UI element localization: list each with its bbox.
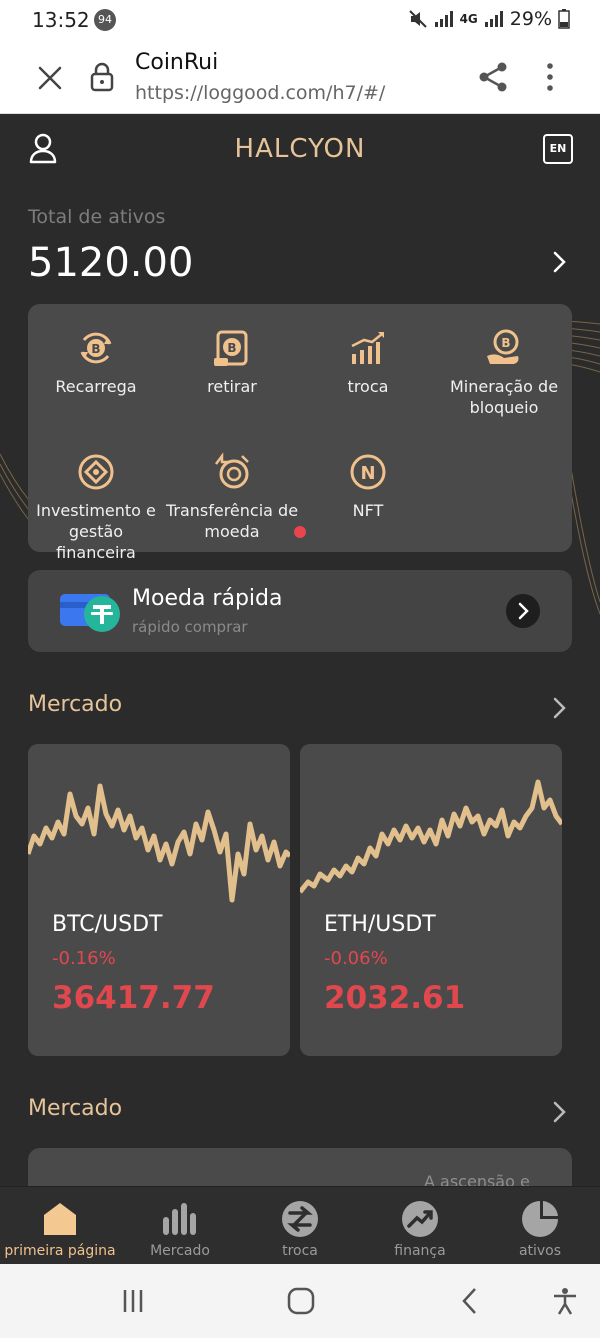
signal-icon	[434, 11, 453, 27]
action-nft[interactable]: N NFT	[300, 452, 436, 521]
news-card-text: A ascensão e	[424, 1172, 530, 1186]
change-percent: -0.06%	[324, 948, 388, 969]
app-title: HALCYON	[234, 134, 366, 164]
bottom-tab-bar: primeira página Mercado troca finança at…	[0, 1186, 600, 1264]
action-label: Investimento e gestão financeira	[36, 501, 156, 562]
exchange-icon	[282, 1201, 318, 1237]
assets-label: Total de ativos	[28, 206, 166, 228]
action-label: NFT	[352, 501, 384, 520]
action-exchange[interactable]: troca	[300, 328, 436, 397]
market-title: Mercado	[28, 692, 123, 717]
market-title-2: Mercado	[28, 1096, 123, 1121]
quick-buy-title: Moeda rápida	[132, 586, 283, 611]
accessibility-icon[interactable]	[550, 1286, 580, 1316]
action-label: Transferência de moeda	[165, 501, 299, 541]
tab-finance[interactable]: finança	[360, 1187, 480, 1265]
action-recharge[interactable]: B Recarrega	[28, 328, 164, 397]
tab-label: finança	[394, 1243, 446, 1259]
assets-value: 5120.00	[28, 240, 194, 286]
bitcoin-hand-icon: B	[487, 329, 519, 364]
site-url[interactable]: https://loggood.com/h7/#/	[135, 82, 385, 104]
chevron-right-icon[interactable]	[548, 248, 570, 276]
tab-label: ativos	[518, 1243, 562, 1259]
svg-text:N: N	[360, 463, 375, 484]
market-card-eth[interactable]: ETH/USDT -0.06% 2032.61	[300, 744, 562, 1056]
site-name: CoinRui	[135, 50, 219, 75]
market-card-btc[interactable]: BTC/USDT -0.16% 36417.77	[28, 744, 290, 1056]
sparkline-eth	[300, 779, 562, 914]
more-vertical-icon[interactable]	[538, 60, 562, 94]
system-navigation-bar	[0, 1264, 600, 1338]
trend-bars-icon	[351, 332, 384, 364]
tab-label: troca	[282, 1243, 318, 1259]
chevron-right-icon[interactable]	[548, 694, 570, 722]
svg-text:B: B	[501, 336, 510, 350]
tab-exchange[interactable]: troca	[240, 1187, 360, 1265]
home-button-icon[interactable]	[286, 1286, 316, 1316]
action-lock-mining[interactable]: B Mineração de bloqueio	[436, 328, 572, 418]
quick-buy-card[interactable]: Moeda rápida rápido comprar	[28, 570, 572, 652]
action-label: Recarrega	[55, 377, 137, 396]
action-investment[interactable]: Investimento e gestão financeira	[28, 452, 164, 563]
nft-icon: N	[350, 454, 386, 490]
lock-icon	[90, 62, 114, 92]
chevron-right-icon[interactable]	[506, 594, 540, 628]
tab-label: primeira página	[4, 1243, 116, 1259]
coin-transfer-icon	[215, 452, 249, 489]
status-time: 13:52	[32, 8, 90, 32]
tab-label: Mercado	[150, 1243, 210, 1259]
pie-chart-icon	[522, 1201, 558, 1237]
quick-buy-subtitle: rápido comprar	[132, 618, 248, 636]
battery-icon	[558, 9, 570, 29]
share-icon[interactable]	[476, 60, 510, 94]
chevron-right-icon[interactable]	[548, 1098, 570, 1126]
price: 2032.61	[324, 980, 466, 1016]
bar-chart-icon	[163, 1203, 196, 1235]
signal-icon-2	[484, 11, 503, 27]
close-icon[interactable]	[34, 62, 66, 94]
bitcoin-withdraw-icon: B	[214, 330, 248, 366]
tab-home[interactable]: primeira página	[0, 1187, 120, 1265]
notification-dot	[294, 526, 306, 538]
tab-assets[interactable]: ativos	[480, 1187, 600, 1265]
status-bar: 13:52 94 4G 29%	[0, 0, 600, 40]
back-icon[interactable]	[456, 1286, 486, 1316]
action-coin-transfer[interactable]: Transferência de moeda	[164, 452, 300, 542]
action-withdraw[interactable]: B retirar	[164, 328, 300, 397]
price: 36417.77	[52, 980, 215, 1016]
app-content: HALCYON EN Total de ativos 5120.00 B Rec…	[0, 114, 600, 1186]
battery-percent: 29%	[509, 8, 552, 30]
news-card[interactable]: A ascensão e	[28, 1148, 572, 1186]
language-button[interactable]: EN	[543, 134, 573, 164]
pair-name: BTC/USDT	[52, 912, 163, 937]
action-grid: B Recarrega B retirar troca B Mineração …	[28, 304, 572, 562]
action-label: Mineração de bloqueio	[449, 377, 559, 417]
pair-name: ETH/USDT	[324, 912, 436, 937]
tab-market[interactable]: Mercado	[120, 1187, 240, 1265]
action-label: retirar	[207, 377, 257, 396]
svg-text:B: B	[227, 341, 236, 355]
diamond-icon	[78, 454, 114, 490]
mute-icon	[408, 10, 427, 28]
action-label: troca	[347, 377, 389, 396]
bitcoin-refresh-icon: B	[80, 332, 112, 364]
change-percent: -0.16%	[52, 948, 116, 969]
status-icons: 4G 29%	[408, 8, 570, 30]
sparkline-btc	[28, 783, 290, 914]
notification-badge: 94	[94, 9, 116, 31]
tether-card-icon	[60, 594, 120, 632]
network-label: 4G	[459, 12, 478, 26]
home-icon	[44, 1203, 76, 1235]
browser-bar: CoinRui https://loggood.com/h7/#/	[0, 40, 600, 114]
finance-icon	[402, 1201, 438, 1237]
svg-text:B: B	[91, 342, 100, 356]
recent-apps-icon[interactable]	[118, 1286, 148, 1316]
